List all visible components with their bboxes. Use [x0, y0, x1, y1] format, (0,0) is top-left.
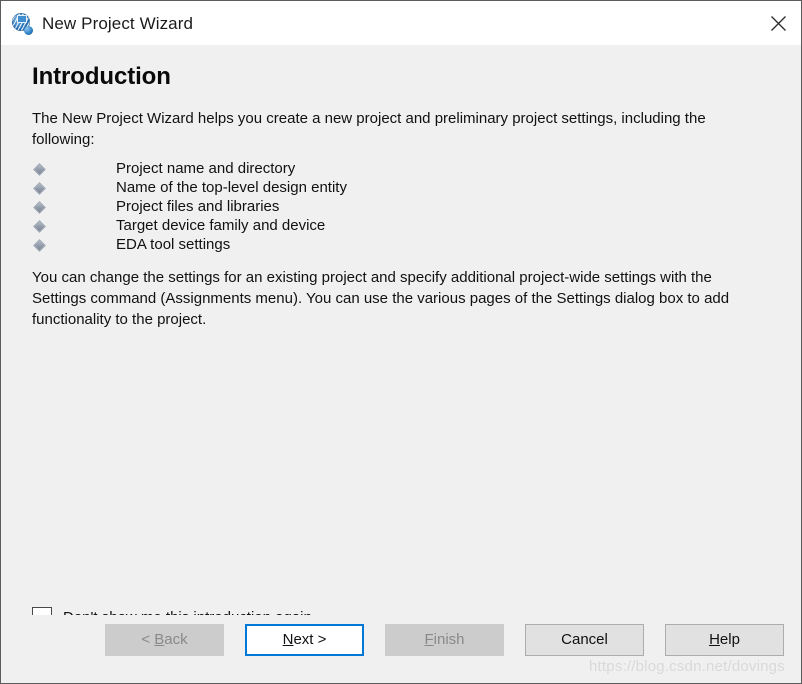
list-item-label: EDA tool settings: [116, 236, 231, 254]
diamond-bullet-icon: [33, 163, 46, 177]
title-bar: New Project Wizard: [1, 1, 801, 45]
diamond-bullet-icon: [33, 220, 46, 234]
new-project-wizard-dialog: New Project Wizard Introduction The New …: [0, 0, 802, 684]
back-button-mnemonic: B: [154, 631, 165, 648]
help-button-mnemonic: H: [709, 631, 720, 648]
dialog-content: Introduction The New Project Wizard help…: [1, 45, 801, 661]
finish-button[interactable]: Finish: [385, 624, 504, 656]
closing-paragraph: You can change the settings for an exist…: [32, 269, 730, 329]
cancel-button[interactable]: Cancel: [525, 624, 644, 656]
chip-shape: [17, 14, 27, 23]
list-item: Project name and directory: [32, 159, 770, 178]
page-title: Introduction: [32, 63, 171, 90]
next-button[interactable]: Next >: [245, 624, 364, 656]
feature-bullet-list: Project name and directory Name of the t…: [32, 159, 770, 254]
diamond-bullet-icon: [33, 239, 46, 253]
list-item: EDA tool settings: [32, 235, 770, 254]
list-item: Name of the top-level design entity: [32, 178, 770, 197]
diamond-bullet-icon: [33, 201, 46, 215]
help-button[interactable]: Help: [665, 624, 784, 656]
next-button-mnemonic: N: [282, 631, 294, 648]
diamond-bullet-icon: [33, 182, 46, 196]
list-item: Target device family and device: [32, 216, 770, 235]
list-item-label: Project name and directory: [116, 160, 296, 178]
intro-paragraph: The New Project Wizard helps you create …: [32, 110, 706, 149]
list-item: Project files and libraries: [32, 197, 770, 216]
back-button[interactable]: < Back: [105, 624, 224, 656]
list-item-label: Name of the top-level design entity: [116, 179, 347, 197]
button-bar: < Back Next > Finish Cancel Help: [1, 615, 801, 683]
window-title: New Project Wizard: [42, 13, 194, 33]
list-item-label: Target device family and device: [116, 217, 326, 235]
globe-dot-shape: [24, 25, 33, 35]
list-item-label: Project files and libraries: [116, 198, 280, 216]
finish-button-mnemonic: F: [424, 631, 434, 648]
quartus-globe-icon: [12, 12, 34, 35]
close-icon[interactable]: [755, 1, 801, 45]
